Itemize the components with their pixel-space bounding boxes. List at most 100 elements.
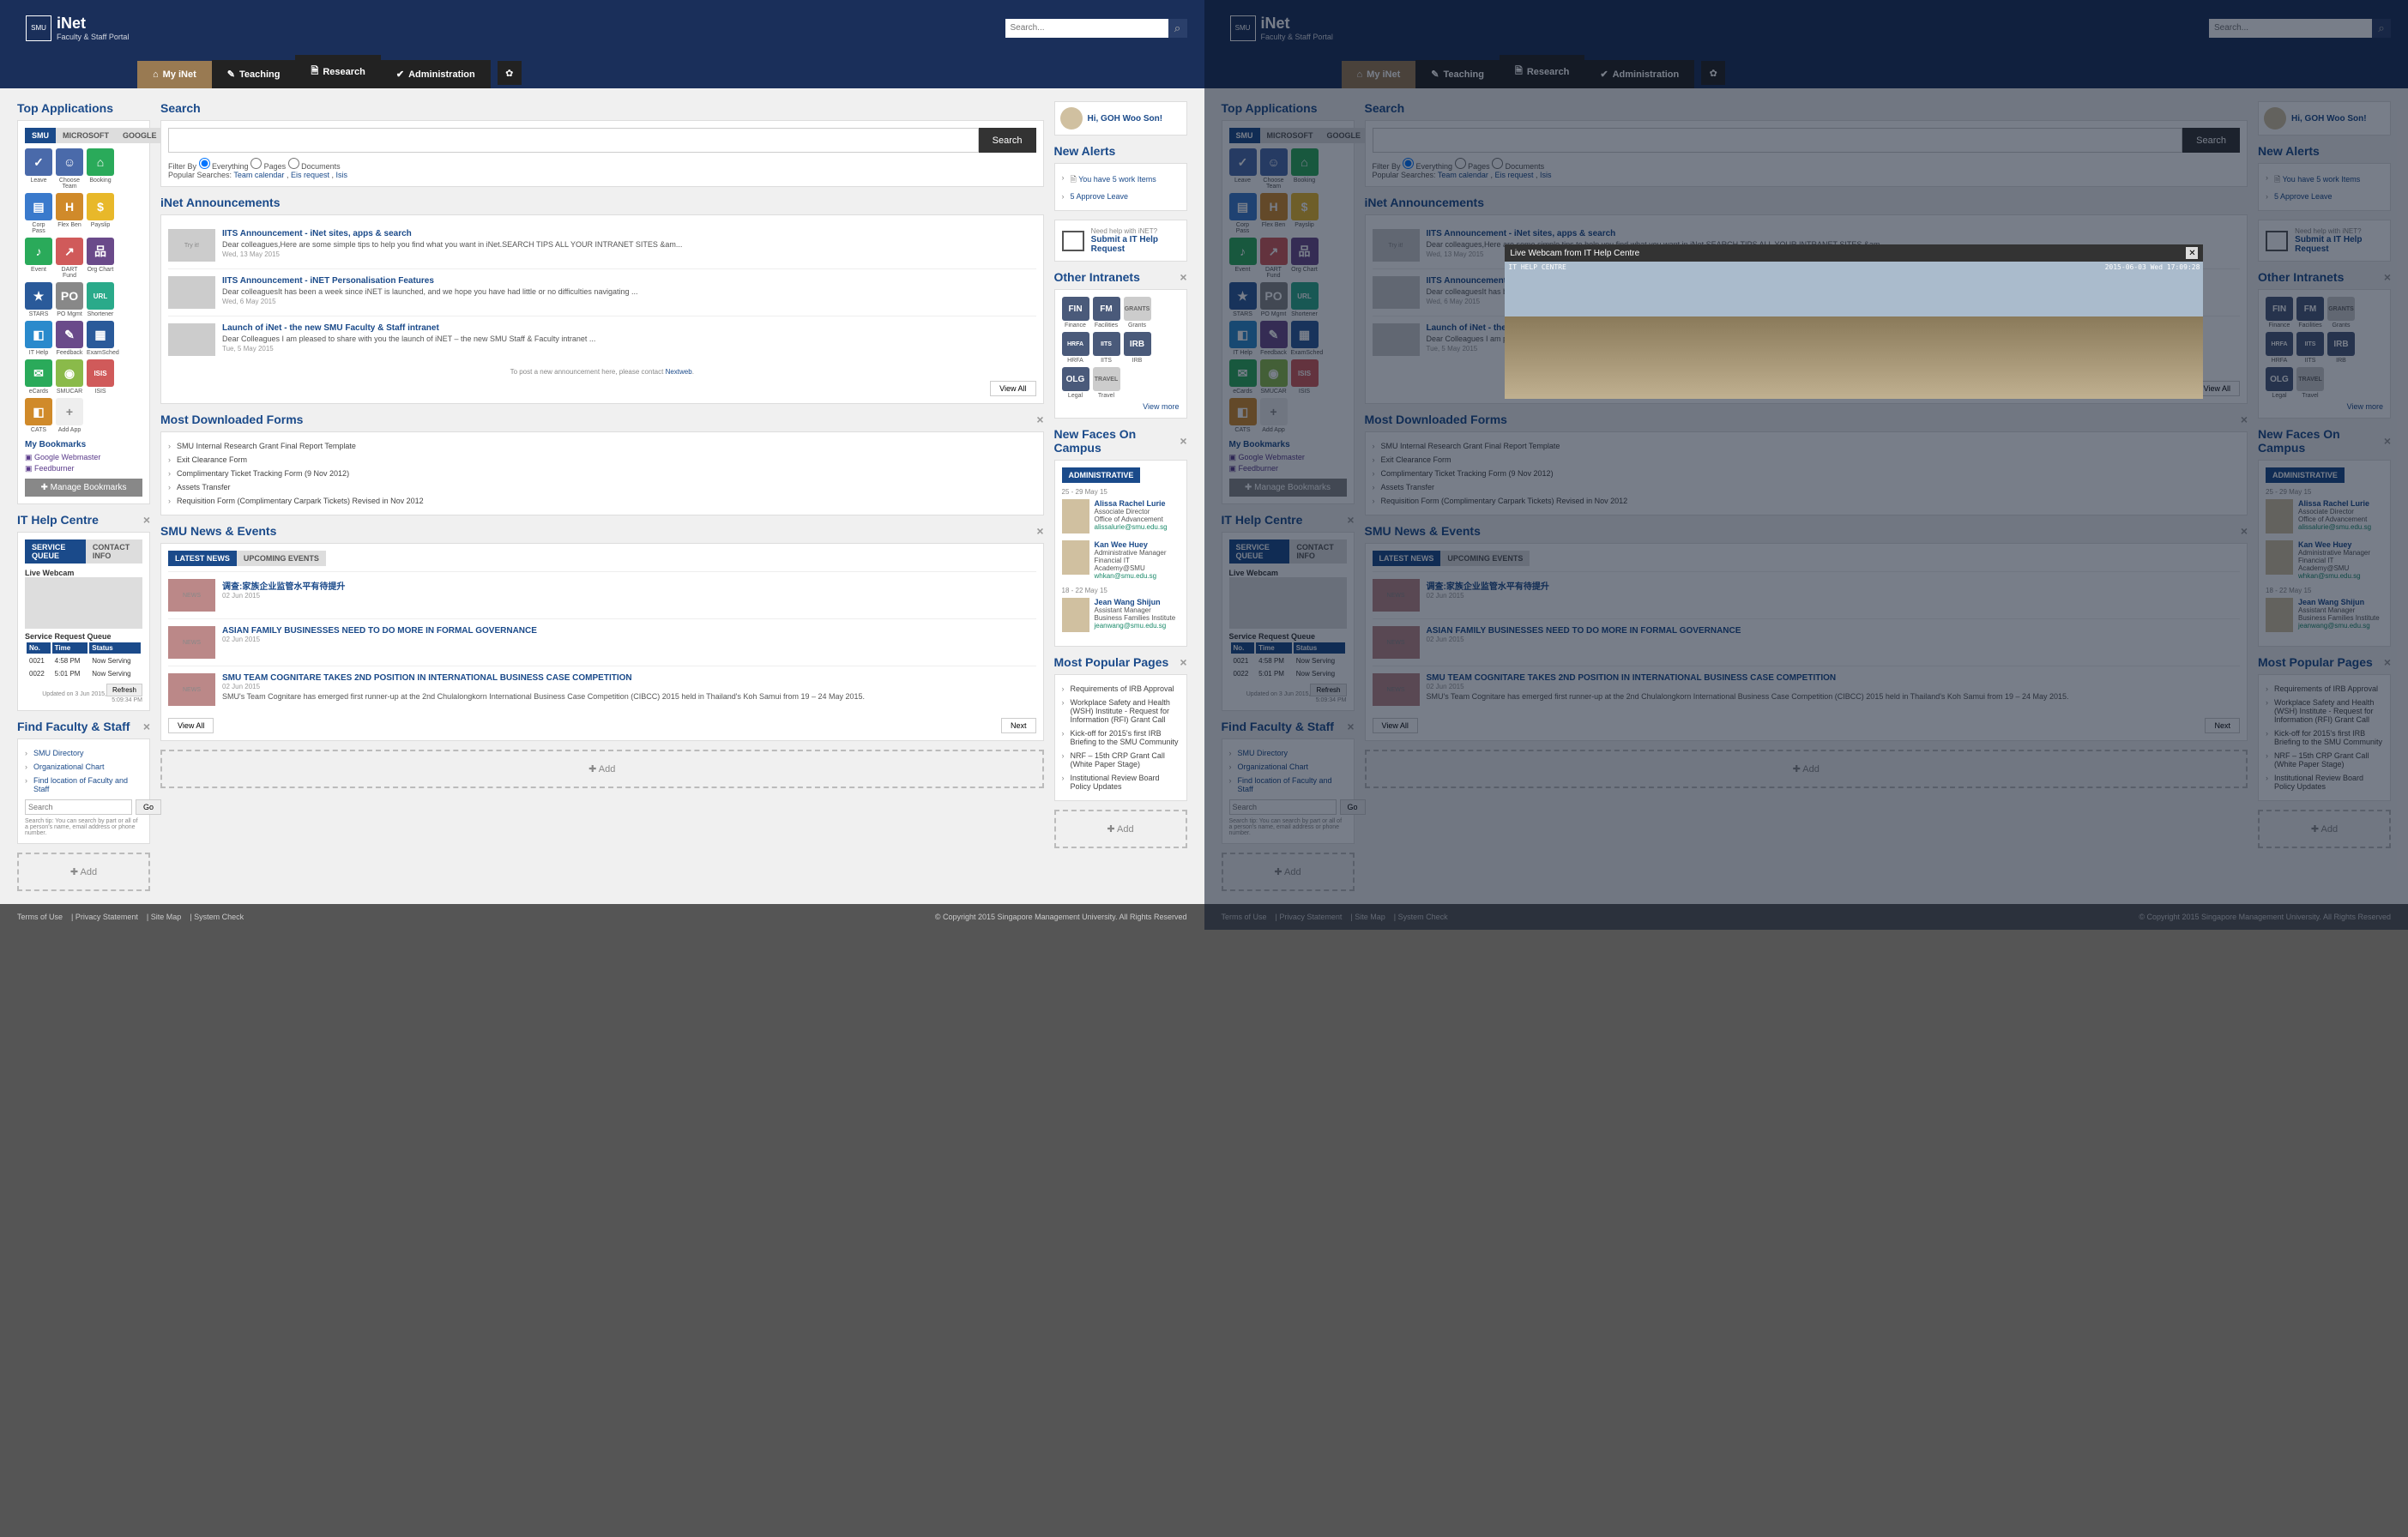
news-tab[interactable]: LATEST NEWS xyxy=(1373,551,1441,566)
news-item[interactable]: NEWS调查:家族企业监管水平有待提升02 Jun 2015 xyxy=(168,571,1036,618)
form-link[interactable]: Assets Transfer xyxy=(168,480,1036,494)
form-link[interactable]: Complimentary Ticket Tracking Form (9 No… xyxy=(1373,467,2241,480)
filter-pages[interactable]: Pages xyxy=(250,162,286,171)
app-booking[interactable]: ⌂Booking xyxy=(1291,148,1319,190)
popular-link[interactable]: Kick-off for 2015's first IRB Briefing t… xyxy=(1062,726,1180,749)
intranet-grants[interactable]: GRANTSGrants xyxy=(2327,297,2355,328)
app-it-help[interactable]: ◧IT Help xyxy=(1229,321,1257,356)
nav-teaching[interactable]: ✎Teaching xyxy=(212,60,296,88)
app-ecards[interactable]: ✉eCards xyxy=(1229,359,1257,395)
help-request-box[interactable]: Need help with iNET?Submit a IT Help Req… xyxy=(2258,220,2391,262)
news-item[interactable]: NEWSASIAN FAMILY BUSINESSES NEED TO DO M… xyxy=(1373,618,2241,666)
intranet-travel[interactable]: TRAVELTravel xyxy=(2296,367,2324,399)
app-po-mgmt[interactable]: POPO Mgmt xyxy=(1260,282,1288,317)
app-examsched[interactable]: ▦ExamSched xyxy=(87,321,114,356)
announcement[interactable]: IITS Announcement - iNET Personalisation… xyxy=(168,268,1036,316)
popular-link[interactable]: Requirements of IRB Approval xyxy=(2266,682,2383,696)
popular-link[interactable]: Institutional Review Board Policy Update… xyxy=(1062,771,1180,793)
find-link[interactable]: SMU Directory xyxy=(1229,746,1347,760)
popular-term[interactable]: Isis xyxy=(336,171,348,179)
app-flex-ben[interactable]: HFlex Ben xyxy=(56,193,83,234)
intranet-grants[interactable]: GRANTSGrants xyxy=(1124,297,1151,328)
popular-link[interactable]: Institutional Review Board Policy Update… xyxy=(2266,771,2383,793)
popular-term[interactable]: Eis request xyxy=(1494,171,1533,179)
add-panel-button[interactable]: ✚ Add xyxy=(160,750,1044,788)
close-icon[interactable]: × xyxy=(143,720,150,733)
bookmark-link[interactable]: ▣ Feedburner xyxy=(25,464,142,473)
app-corp-pass[interactable]: ▤Corp Pass xyxy=(1229,193,1257,234)
settings-button[interactable]: ✿ xyxy=(498,61,522,85)
popular-link[interactable]: Workplace Safety and Health (WSH) Instit… xyxy=(2266,696,2383,726)
find-link[interactable]: Find location of Faculty and Staff xyxy=(25,774,142,796)
nav-research[interactable]: 🗎Research xyxy=(1500,55,1584,88)
app-corp-pass[interactable]: ▤Corp Pass xyxy=(25,193,52,234)
provider-tab-google[interactable]: GOOGLE xyxy=(1320,128,1368,143)
alert-item[interactable]: 5 Approve Leave xyxy=(1062,190,1180,203)
app-add-app[interactable]: +Add App xyxy=(1260,398,1288,433)
next-button[interactable]: Next xyxy=(2205,718,2240,733)
ithelp-tab[interactable]: SERVICE QUEUE xyxy=(1229,539,1290,564)
add-panel-button[interactable]: ✚ Add xyxy=(2258,810,2391,848)
intranet-hrfa[interactable]: HRFAHRFA xyxy=(1062,332,1089,364)
add-panel-button[interactable]: ✚ Add xyxy=(1222,853,1355,891)
app-smucar[interactable]: ◉SMUCAR xyxy=(1260,359,1288,395)
close-icon[interactable]: × xyxy=(1180,655,1186,669)
popular-term[interactable]: Team calendar xyxy=(1438,171,1488,179)
app-leave[interactable]: ✓Leave xyxy=(25,148,52,190)
manage-bookmarks-button[interactable]: ✚ Manage Bookmarks xyxy=(1229,479,1347,497)
intranet-fm[interactable]: FMFacilities xyxy=(2296,297,2324,328)
news-tab[interactable]: UPCOMING EVENTS xyxy=(237,551,326,566)
close-icon[interactable]: × xyxy=(1180,434,1186,448)
app-cats[interactable]: ◧CATS xyxy=(1229,398,1257,433)
app-payslip[interactable]: $Payslip xyxy=(1291,193,1319,234)
popular-link[interactable]: NRF – 15th CRP Grant Call (White Paper S… xyxy=(2266,749,2383,771)
faces-tab[interactable]: ADMINISTRATIVE xyxy=(2266,467,2345,483)
intranet-fm[interactable]: FMFacilities xyxy=(1093,297,1120,328)
popular-link[interactable]: NRF – 15th CRP Grant Call (White Paper S… xyxy=(1062,749,1180,771)
find-link[interactable]: Find location of Faculty and Staff xyxy=(1229,774,1347,796)
logo[interactable]: SMU iNetFaculty & Staff Portal xyxy=(26,15,129,41)
footer-link[interactable]: Terms of Use xyxy=(17,913,63,921)
app-feedback[interactable]: ✎Feedback xyxy=(1260,321,1288,356)
intranet-travel[interactable]: TRAVELTravel xyxy=(1093,367,1120,399)
provider-tab-smu[interactable]: SMU xyxy=(25,128,56,143)
face-card[interactable]: Kan Wee HueyAdministrative ManagerFinanc… xyxy=(1062,540,1180,580)
app-flex-ben[interactable]: HFlex Ben xyxy=(1260,193,1288,234)
nextweb-link[interactable]: Nextweb xyxy=(666,368,692,376)
ithelp-tab[interactable]: CONTACT INFO xyxy=(86,539,142,564)
footer-link[interactable]: System Check xyxy=(1398,913,1448,921)
app-event[interactable]: ♪Event xyxy=(1229,238,1257,279)
form-link[interactable]: Complimentary Ticket Tracking Form (9 No… xyxy=(168,467,1036,480)
main-search-input[interactable] xyxy=(1373,128,2183,153)
popular-term[interactable]: Eis request xyxy=(291,171,329,179)
app-isis[interactable]: ISISISIS xyxy=(1291,359,1319,395)
provider-tab-smu[interactable]: SMU xyxy=(1229,128,1260,143)
view-all-button[interactable]: View All xyxy=(1373,718,1418,733)
main-search-input[interactable] xyxy=(168,128,979,153)
form-link[interactable]: Requisition Form (Complimentary Carpark … xyxy=(1373,494,2241,508)
search-input[interactable] xyxy=(2209,19,2372,38)
search-input[interactable] xyxy=(1005,19,1168,38)
filter-documents[interactable]: Documents xyxy=(1492,162,1544,171)
face-card[interactable]: Jean Wang ShijunAssistant ManagerBusines… xyxy=(2266,598,2383,632)
alert-item[interactable]: 5 Approve Leave xyxy=(2266,190,2383,203)
news-tab[interactable]: LATEST NEWS xyxy=(168,551,237,566)
form-link[interactable]: Exit Clearance Form xyxy=(168,453,1036,467)
main-search-button[interactable]: Search xyxy=(979,128,1036,153)
add-panel-button[interactable]: ✚ Add xyxy=(1365,750,2248,788)
popular-term[interactable]: Team calendar xyxy=(233,171,284,179)
intranet-irb[interactable]: IRBIRB xyxy=(1124,332,1151,364)
filter-pages[interactable]: Pages xyxy=(1455,162,1490,171)
app-it-help[interactable]: ◧IT Help xyxy=(25,321,52,356)
close-icon[interactable]: × xyxy=(1036,524,1043,538)
form-link[interactable]: Exit Clearance Form xyxy=(1373,453,2241,467)
close-icon[interactable]: ✕ xyxy=(2186,247,2198,259)
provider-tab-google[interactable]: GOOGLE xyxy=(116,128,164,143)
app-choose-team[interactable]: ☺Choose Team xyxy=(56,148,83,190)
announcement[interactable]: Try it!IITS Announcement - iNet sites, a… xyxy=(168,222,1036,268)
ithelp-tab[interactable]: SERVICE QUEUE xyxy=(25,539,86,564)
view-all-button[interactable]: View All xyxy=(168,718,214,733)
add-panel-button[interactable]: ✚ Add xyxy=(17,853,150,891)
face-card[interactable]: Alissa Rachel LurieAssociate DirectorOff… xyxy=(2266,499,2383,533)
app-payslip[interactable]: $Payslip xyxy=(87,193,114,234)
